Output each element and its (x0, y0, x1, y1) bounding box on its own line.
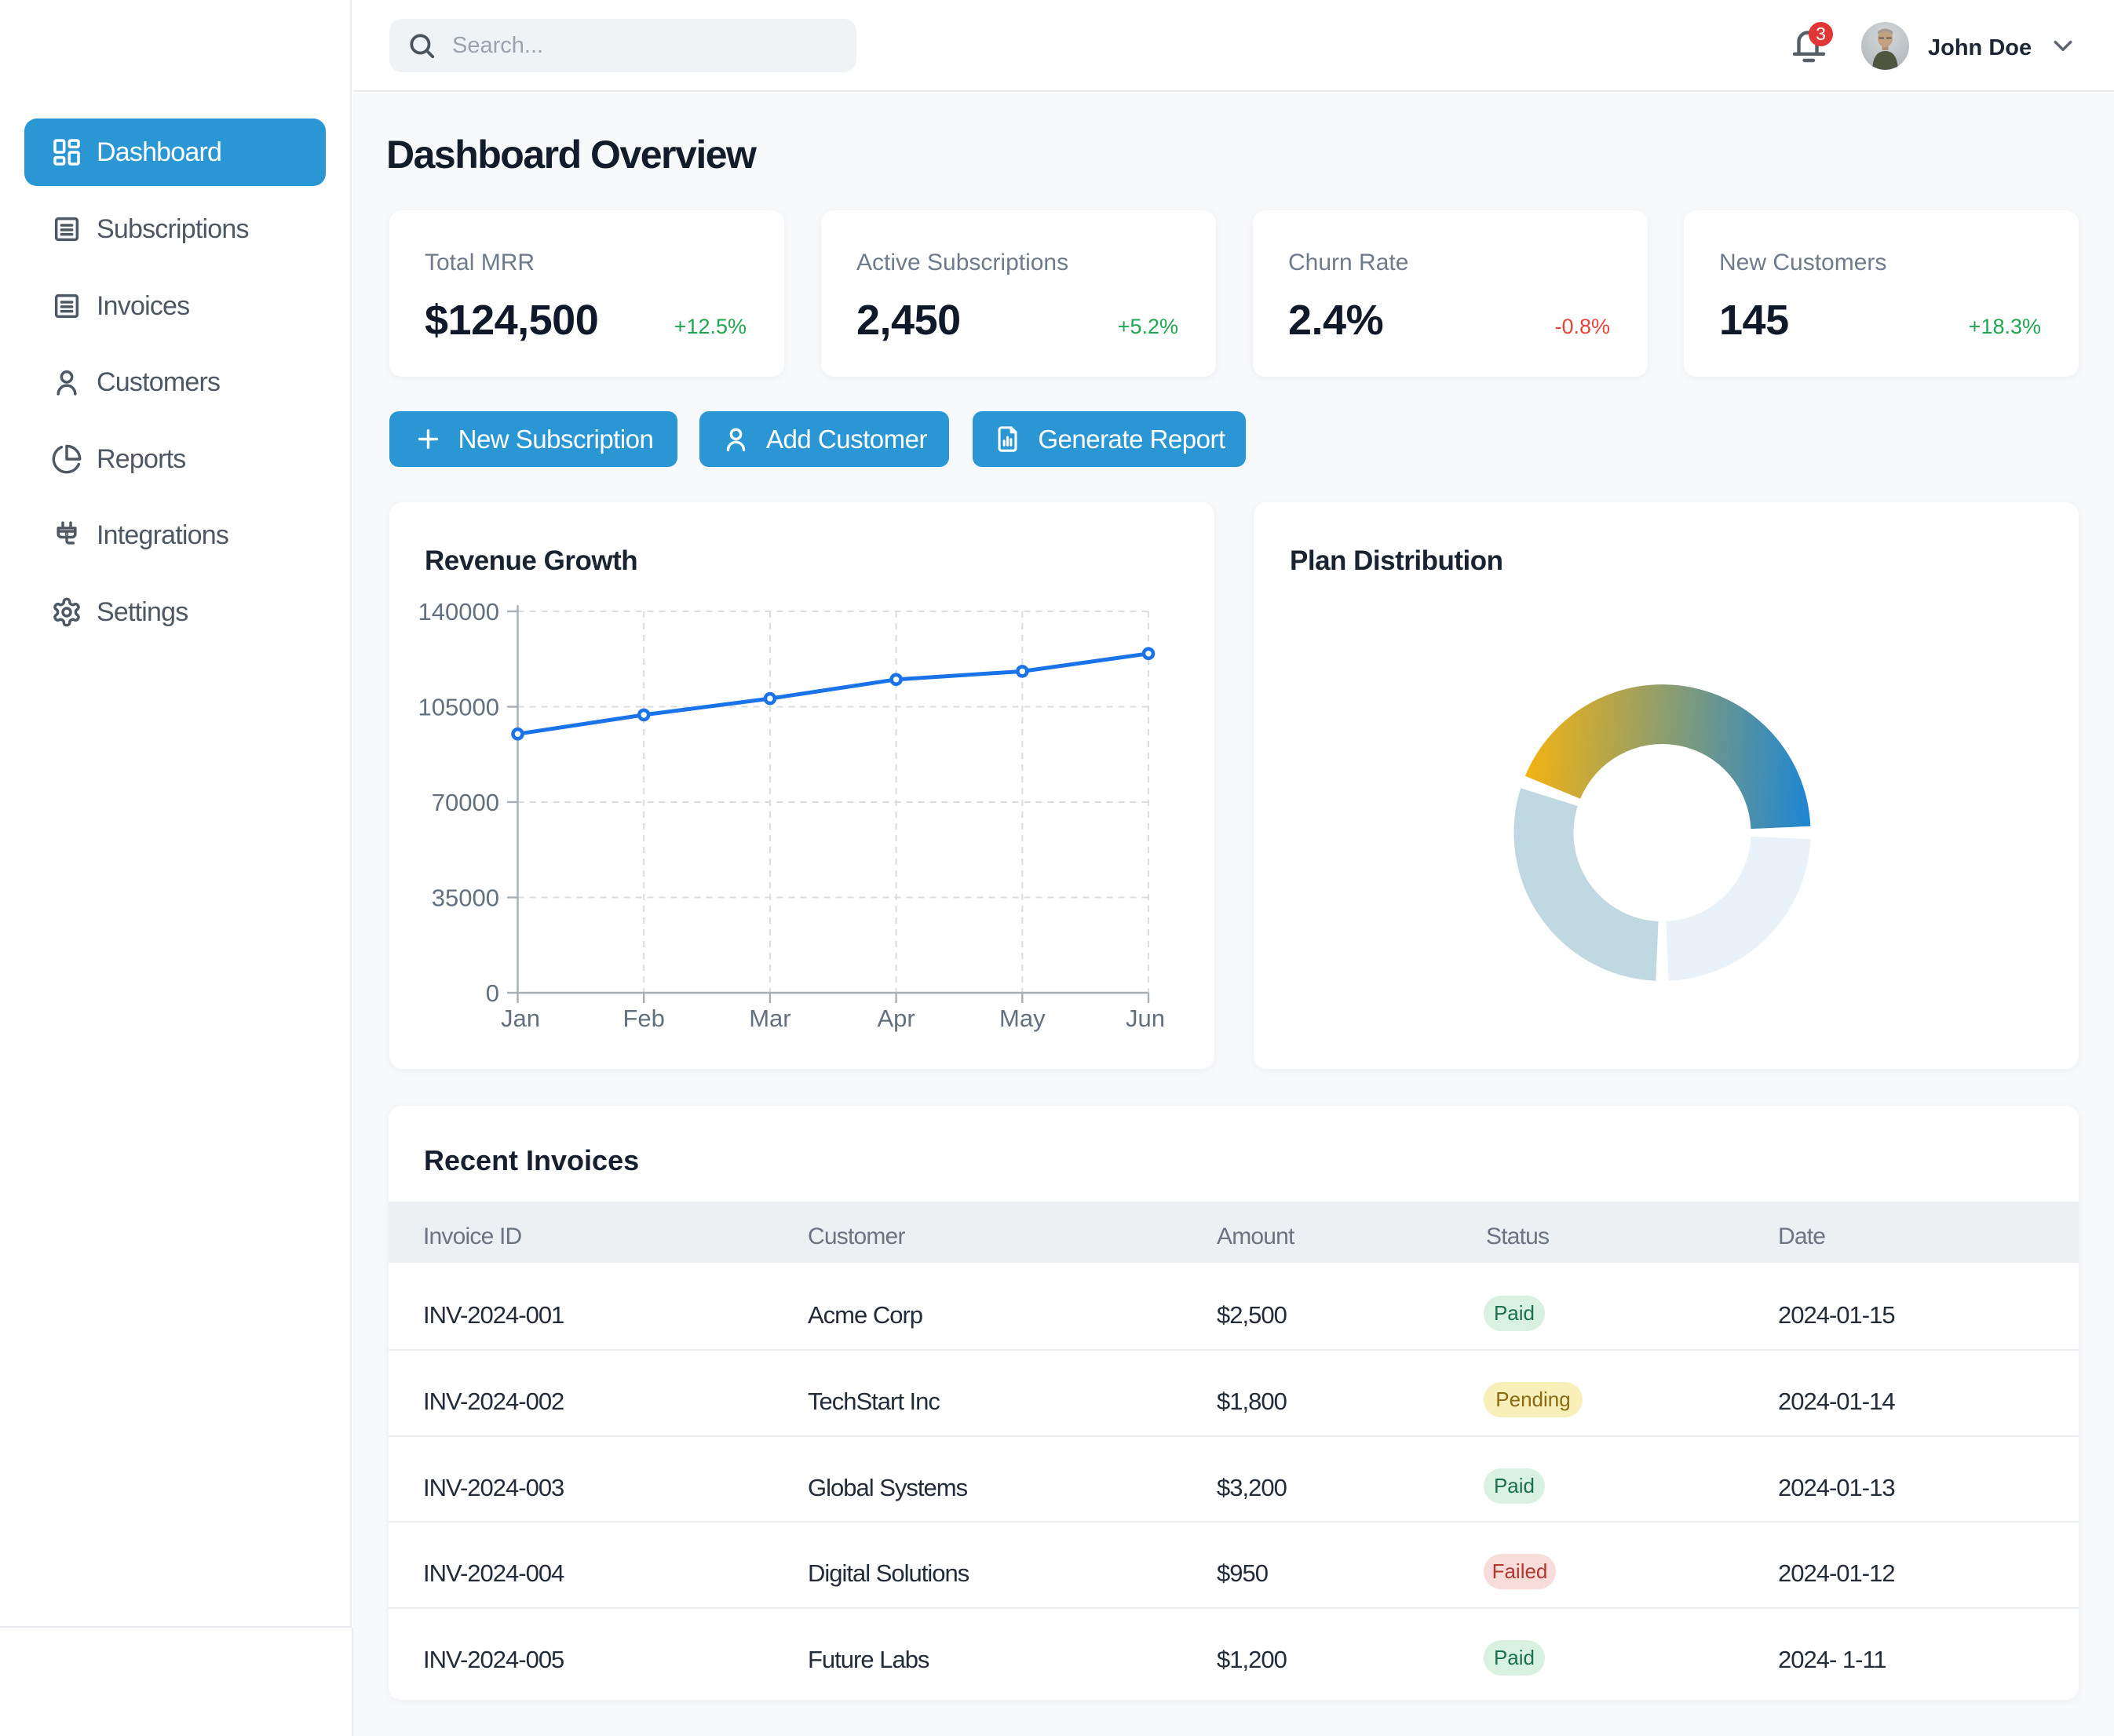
svg-text:Jan: Jan (501, 1005, 540, 1032)
svg-text:Mar: Mar (749, 1005, 790, 1032)
svg-text:35000: 35000 (432, 884, 499, 912)
svg-text:Feb: Feb (623, 1005, 664, 1032)
svg-text:May: May (999, 1005, 1046, 1032)
svg-text:Jun: Jun (1126, 1005, 1165, 1032)
svg-text:140000: 140000 (418, 598, 499, 625)
svg-text:0: 0 (486, 979, 499, 1007)
svg-text:70000: 70000 (432, 789, 499, 816)
svg-text:Apr: Apr (877, 1005, 915, 1032)
svg-text:105000: 105000 (418, 694, 499, 721)
